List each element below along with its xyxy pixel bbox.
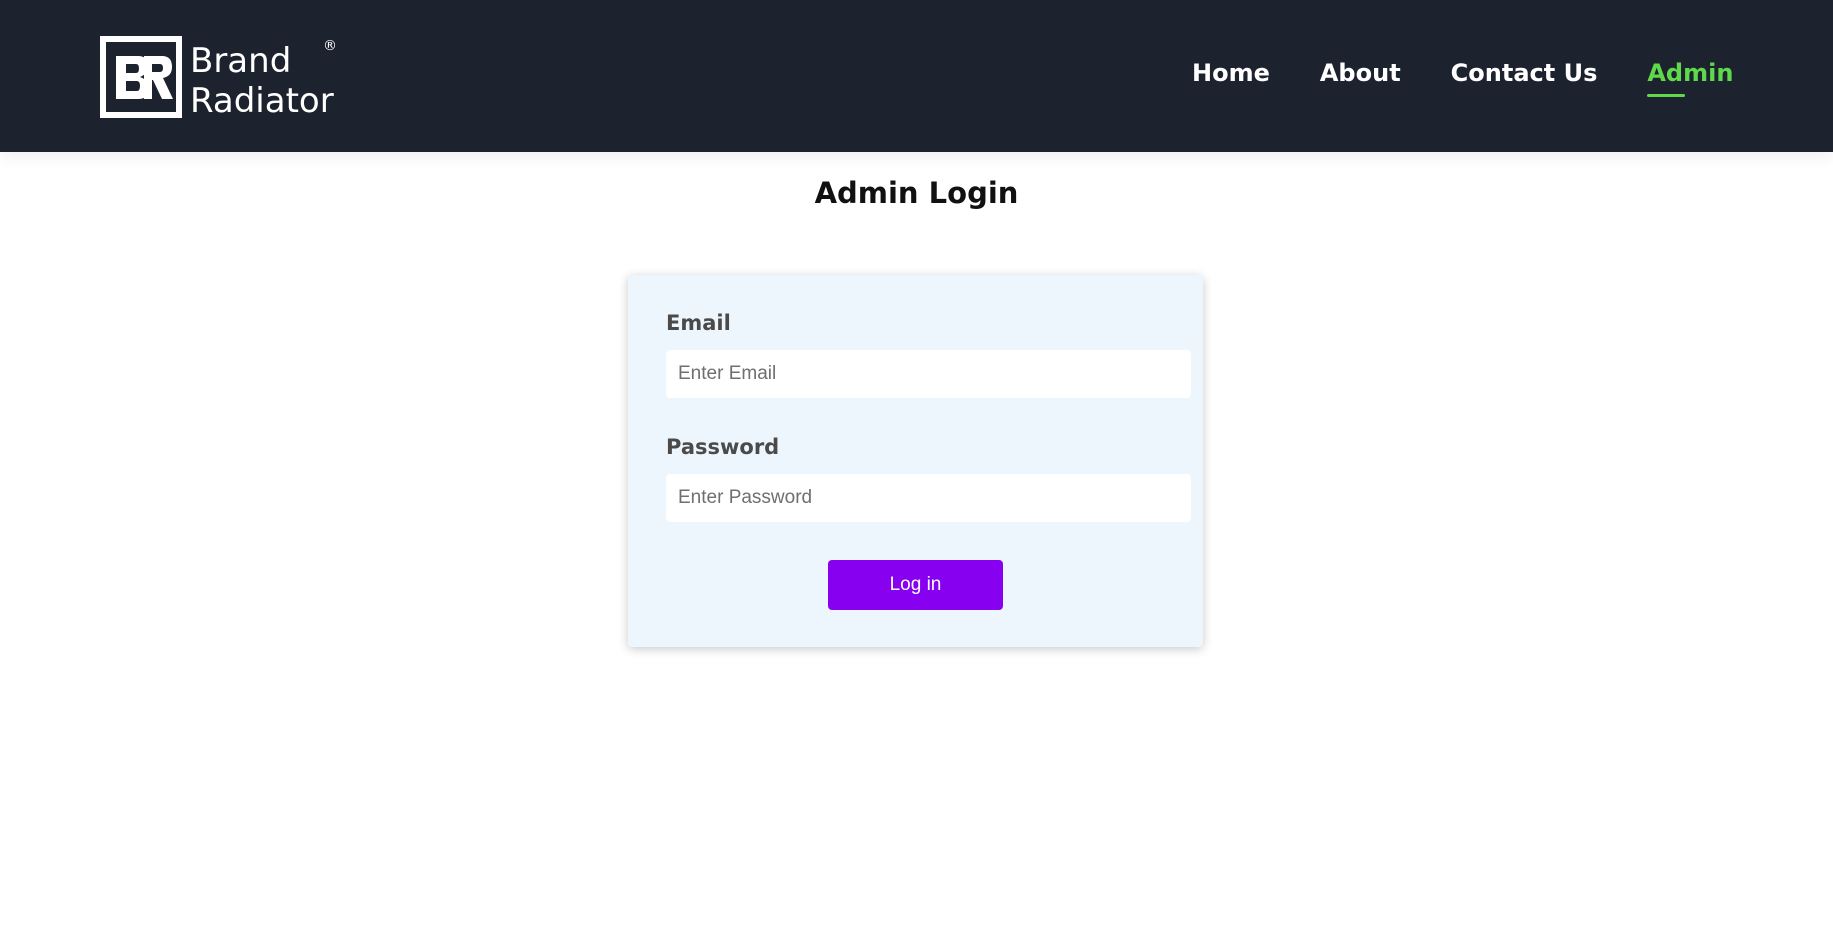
brand-logo[interactable]: Brand Radiator ® <box>100 36 380 118</box>
page-title: Admin Login <box>814 176 1019 210</box>
password-label: Password <box>666 435 780 459</box>
login-button[interactable]: Log in <box>828 560 1003 610</box>
registered-mark: ® <box>323 38 337 54</box>
br-monogram-logo-icon: Brand Radiator ® <box>100 36 337 118</box>
password-input[interactable] <box>666 474 1191 522</box>
email-input[interactable] <box>666 350 1191 398</box>
nav-admin-link[interactable]: Admin <box>1647 58 1733 97</box>
nav-contact-us-link[interactable]: Contact Us <box>1451 58 1598 88</box>
admin-login-page: Brand Radiator ® Home About Contact Us A… <box>0 0 1833 938</box>
nav-home-link[interactable]: Home <box>1192 58 1270 88</box>
nav-about-link[interactable]: About <box>1320 58 1401 88</box>
login-form-card: Email Password Log in <box>628 275 1203 647</box>
top-navbar: Brand Radiator ® Home About Contact Us A… <box>0 0 1833 152</box>
brand-name-line2: Radiator <box>190 81 334 118</box>
email-label: Email <box>666 311 731 335</box>
main-nav: Home About Contact Us Admin <box>1192 58 1733 97</box>
brand-name-line1: Brand <box>190 41 291 81</box>
